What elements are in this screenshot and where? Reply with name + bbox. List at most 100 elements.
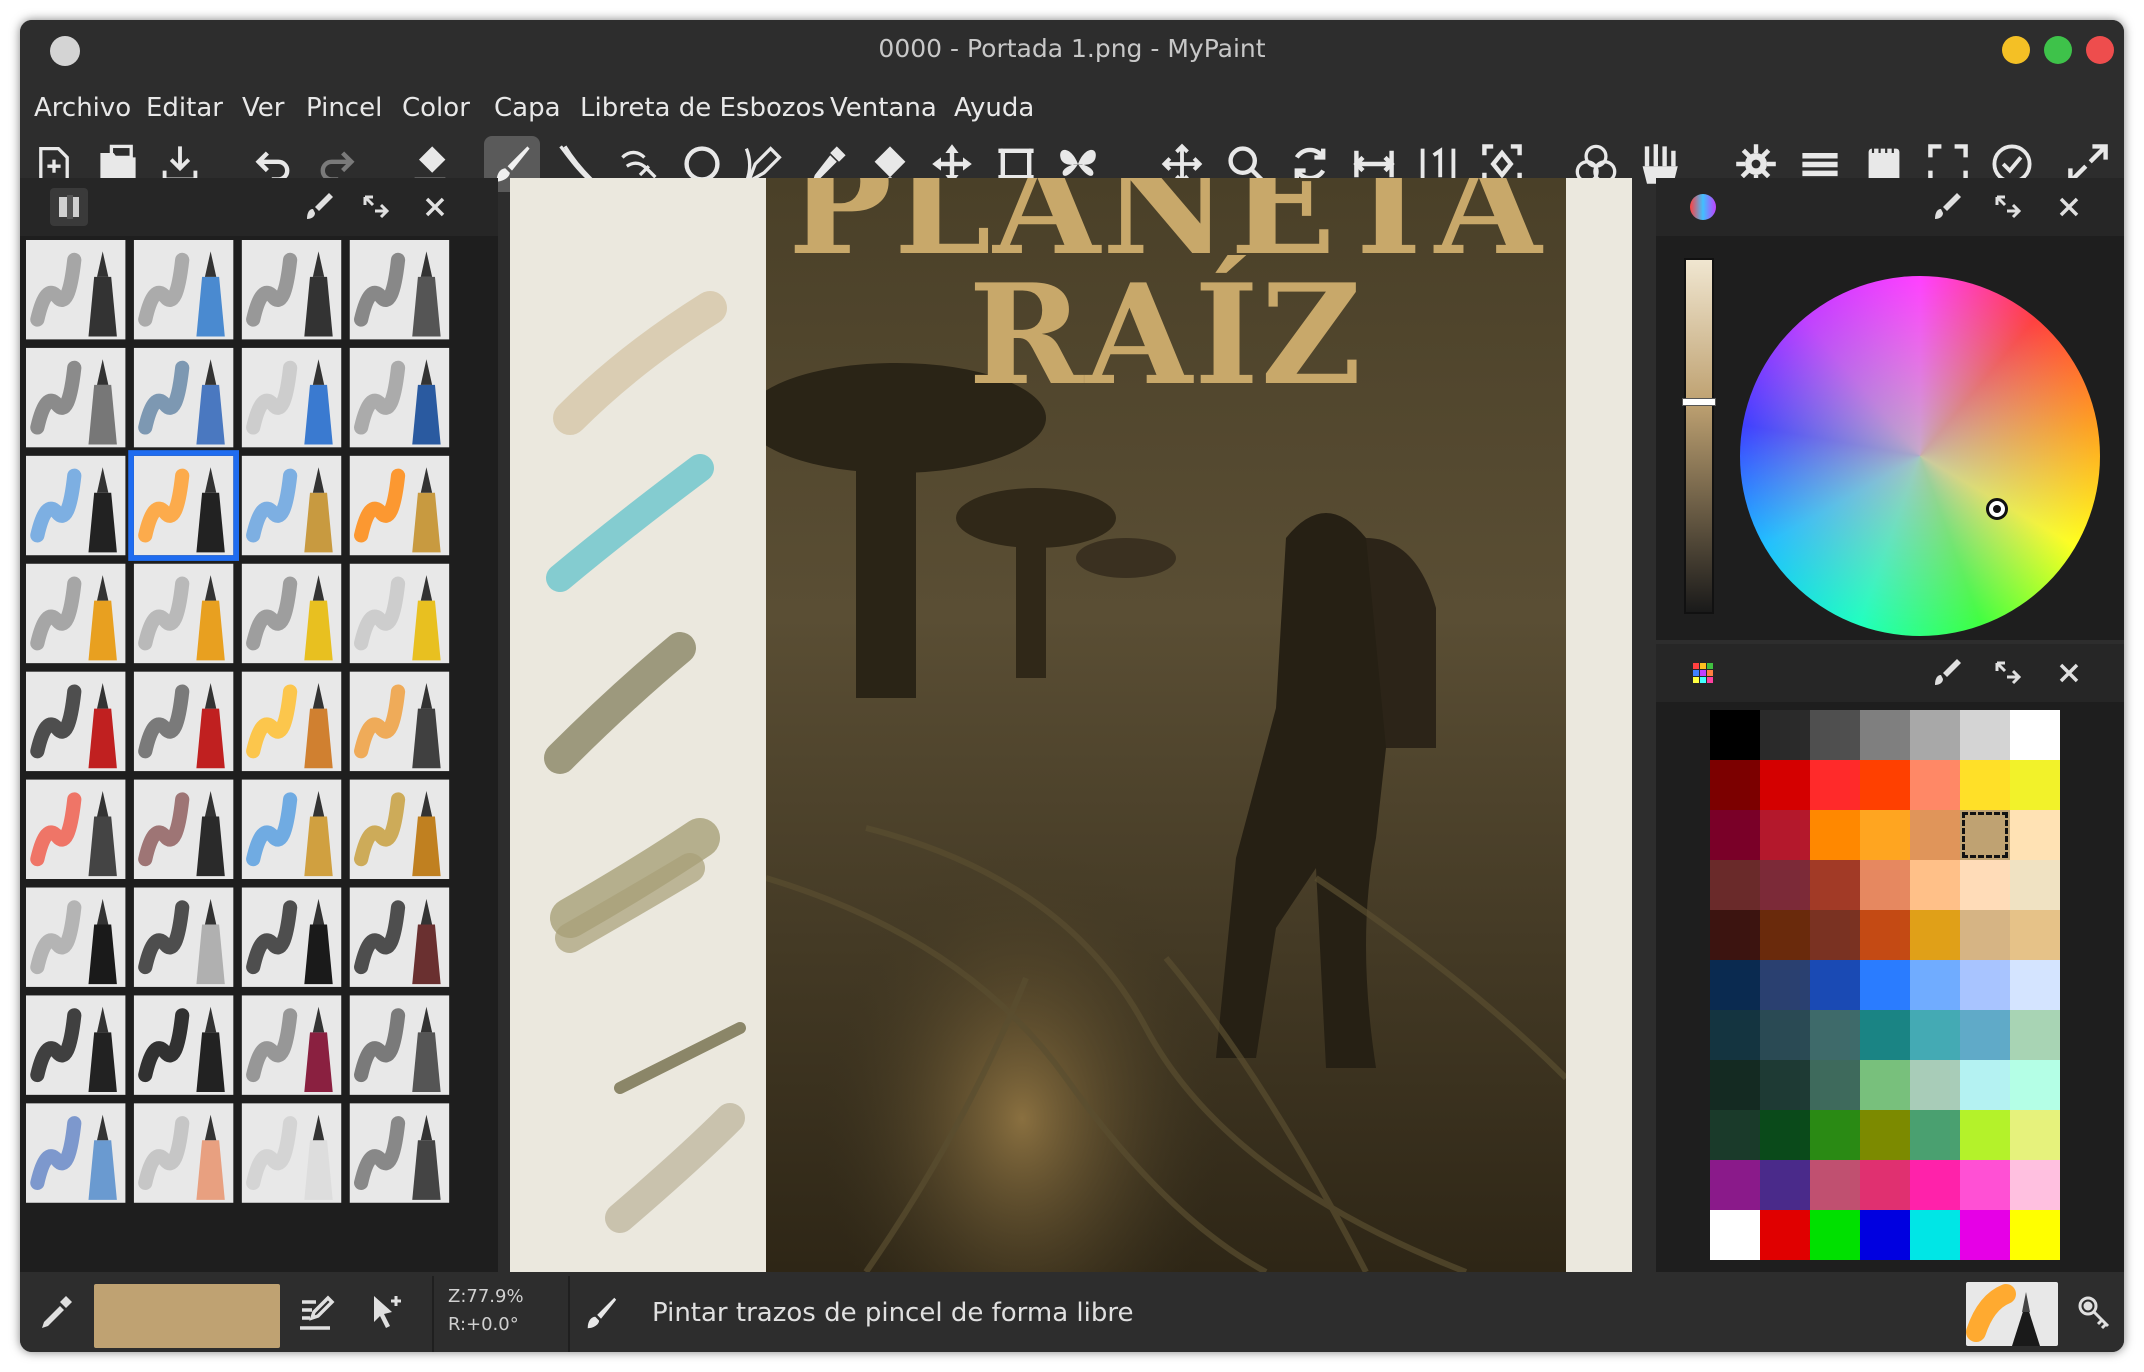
brush-preset-1[interactable] — [26, 240, 126, 340]
brush-preset-12[interactable] — [349, 455, 450, 556]
brush-preset-6[interactable] — [133, 347, 234, 448]
palette-swatch[interactable] — [2010, 1110, 2060, 1160]
palette-swatch[interactable] — [1860, 960, 1910, 1010]
palette-swatch[interactable] — [1760, 960, 1810, 1010]
color-wheel-tab-icon[interactable] — [1684, 188, 1722, 226]
palette-swatch[interactable] — [2010, 1160, 2060, 1210]
color-detach-icon[interactable] — [1988, 188, 2026, 226]
brush-preset-7[interactable] — [241, 347, 342, 448]
brush-preset-17[interactable] — [26, 671, 126, 772]
palette-swatch[interactable] — [1710, 910, 1760, 960]
current-color-swatch[interactable] — [94, 1284, 280, 1348]
palette-swatch[interactable] — [2010, 860, 2060, 910]
brush-preset-11[interactable] — [241, 455, 342, 556]
palette-swatch[interactable] — [2010, 910, 2060, 960]
menu-color[interactable]: Color — [402, 86, 470, 130]
palette-swatch[interactable] — [1810, 960, 1860, 1010]
palette-swatch[interactable] — [1710, 1110, 1760, 1160]
palette-swatch[interactable] — [2010, 760, 2060, 810]
menu-ayuda[interactable]: Ayuda — [954, 86, 1034, 130]
brush-preset-26[interactable] — [133, 887, 234, 987]
palette-detach-icon[interactable] — [1988, 654, 2026, 692]
palette-swatch[interactable] — [1760, 1010, 1810, 1060]
palette-swatch[interactable] — [1960, 1060, 2010, 1110]
brush-preset-19[interactable] — [241, 671, 342, 772]
brush-preset-14[interactable] — [133, 563, 234, 664]
palette-swatch[interactable] — [1860, 860, 1910, 910]
color-panel-close-icon[interactable] — [2050, 188, 2088, 226]
palette-swatch[interactable] — [2010, 1010, 2060, 1060]
palette-swatch[interactable] — [1960, 710, 2010, 760]
brush-preset-36[interactable] — [349, 1103, 450, 1203]
palette-swatch[interactable] — [2010, 710, 2060, 760]
palette-swatch[interactable] — [1760, 810, 1810, 860]
close-button[interactable] — [2086, 36, 2114, 64]
palette-swatch[interactable] — [1760, 760, 1810, 810]
brush-preset-2[interactable] — [133, 240, 234, 340]
palette-swatch[interactable] — [1960, 910, 2010, 960]
brush-preset-30[interactable] — [133, 995, 234, 1095]
brush-preset-28[interactable] — [349, 887, 450, 987]
menu-libreta[interactable]: Libreta de Esbozos — [580, 86, 825, 130]
palette-swatch[interactable] — [2010, 1060, 2060, 1110]
palette-swatch[interactable] — [1760, 1110, 1810, 1160]
brush-preset-9[interactable] — [26, 455, 126, 556]
brush-preset-33[interactable] — [26, 1103, 126, 1203]
palette-swatch[interactable] — [1910, 810, 1960, 860]
palette-swatch[interactable] — [1960, 1210, 2010, 1260]
palette-swatch[interactable] — [1810, 1010, 1860, 1060]
palette-swatch[interactable] — [1710, 710, 1760, 760]
palette-swatch[interactable] — [1860, 1110, 1910, 1160]
palette-swatch[interactable] — [2010, 810, 2060, 860]
palette-swatch[interactable] — [1810, 910, 1860, 960]
pick-layer-icon[interactable] — [366, 1292, 406, 1332]
palette-swatch[interactable] — [1860, 910, 1910, 960]
brush-preset-3[interactable] — [241, 240, 342, 340]
brush-preset-22[interactable] — [133, 779, 234, 879]
brush-preset-23[interactable] — [241, 779, 342, 879]
palette-swatch[interactable] — [1910, 1110, 1960, 1160]
canvas-area[interactable]: PLANETA RAÍZ — [510, 178, 1632, 1272]
brush-preset-16[interactable] — [349, 563, 450, 664]
brush-preset-25[interactable] — [26, 887, 126, 987]
brush-preset-15[interactable] — [241, 563, 342, 664]
palette-swatch[interactable] — [1910, 960, 1960, 1010]
menu-ver[interactable]: Ver — [242, 86, 284, 130]
menu-capa[interactable]: Capa — [494, 86, 561, 130]
palette-swatch[interactable] — [1760, 910, 1810, 960]
palette-swatch[interactable] — [1910, 910, 1960, 960]
palette-swatch[interactable] — [1860, 1010, 1910, 1060]
palette-swatch[interactable] — [1960, 860, 2010, 910]
palette-swatch[interactable] — [1910, 760, 1960, 810]
brush-preset-20[interactable] — [349, 671, 450, 772]
palette-swatch[interactable] — [1860, 710, 1910, 760]
edit-color-icon[interactable] — [296, 1292, 336, 1332]
palette-swatch[interactable] — [1960, 760, 2010, 810]
palette-swatch[interactable] — [1860, 760, 1910, 810]
menu-ventana[interactable]: Ventana — [830, 86, 937, 130]
palette-swatch[interactable] — [1960, 810, 2010, 860]
value-slider[interactable] — [1682, 258, 1716, 614]
palette-tab-icon[interactable] — [1684, 654, 1722, 692]
color-settings-icon[interactable] — [1928, 188, 1966, 226]
brush-preset-34[interactable] — [133, 1103, 234, 1203]
palette-swatch[interactable] — [1810, 1160, 1860, 1210]
minimize-button[interactable] — [2002, 36, 2030, 64]
palette-swatch[interactable] — [1760, 1060, 1810, 1110]
maximize-button[interactable] — [2044, 36, 2072, 64]
brush-lock-icon[interactable] — [2074, 1292, 2114, 1332]
palette-swatch[interactable] — [1860, 1060, 1910, 1110]
palette-swatch[interactable] — [1710, 1060, 1760, 1110]
brush-preset-13[interactable] — [26, 563, 126, 664]
palette-swatch[interactable] — [1960, 960, 2010, 1010]
brush-preset-24[interactable] — [349, 779, 450, 879]
palette-swatch[interactable] — [1960, 1010, 2010, 1060]
brush-settings-icon[interactable] — [300, 188, 338, 226]
brush-preset-31[interactable] — [241, 995, 342, 1095]
value-slider-handle[interactable] — [1682, 398, 1716, 406]
palette-swatch[interactable] — [1910, 1160, 1960, 1210]
brush-preset-21[interactable] — [26, 779, 126, 879]
palette-swatch[interactable] — [1710, 1160, 1760, 1210]
brush-preset-10[interactable] — [128, 450, 239, 561]
brush-detach-icon[interactable] — [356, 188, 394, 226]
